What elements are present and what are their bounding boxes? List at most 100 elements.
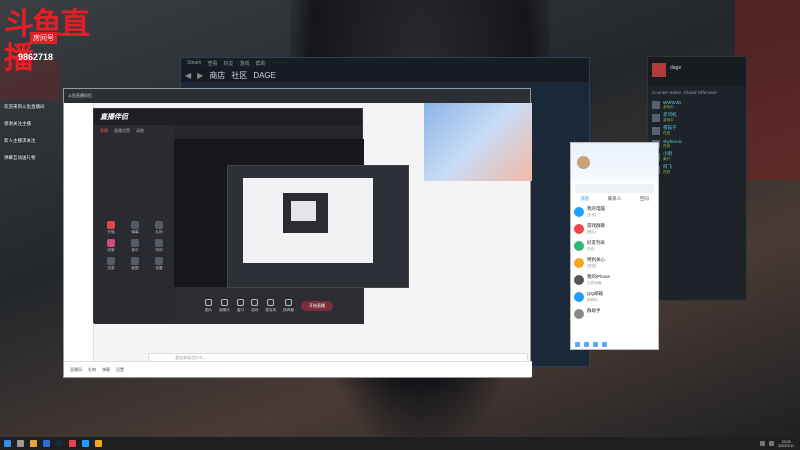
gamepad-icon bbox=[251, 298, 259, 306]
windows-start-icon[interactable] bbox=[4, 440, 11, 447]
room-badge: 房间号 bbox=[30, 32, 57, 44]
steam-nav-bar: ◀ ▶ 商店 社区 DAGE bbox=[181, 68, 589, 82]
chat-list-item[interactable]: 游戏群聊 [图片] bbox=[571, 220, 658, 237]
chat-app-icon[interactable] bbox=[82, 440, 89, 447]
tool-item[interactable]: 窗口 bbox=[237, 298, 245, 313]
forward-arrow-icon[interactable]: ▶ bbox=[197, 71, 203, 80]
feature-label: 礼物 bbox=[155, 230, 163, 234]
friend-status: 离开 bbox=[663, 157, 671, 161]
steam-menu-item[interactable]: 查看 bbox=[207, 60, 217, 67]
avatar bbox=[574, 240, 584, 251]
livestream-title: 斗鱼直播伴侣 bbox=[68, 93, 92, 98]
chat-list-item[interactable]: 群助手… bbox=[571, 305, 658, 322]
feature-item[interactable]: 房管 bbox=[100, 239, 122, 253]
feature-label: 房管 bbox=[107, 248, 115, 252]
feature-item[interactable]: 开播 bbox=[100, 221, 122, 235]
game-launcher-icon[interactable] bbox=[95, 440, 102, 447]
speaker-icon bbox=[285, 298, 293, 306]
friend-item[interactable]: 小明 离开 bbox=[648, 150, 746, 163]
tool-label: 图片 bbox=[205, 307, 213, 312]
footer-icon[interactable] bbox=[575, 341, 580, 347]
avatar[interactable] bbox=[577, 156, 590, 169]
nav-community[interactable]: 社区 bbox=[231, 70, 247, 81]
promo-banner[interactable] bbox=[424, 103, 532, 181]
avatar[interactable] bbox=[652, 63, 666, 77]
volume-icon[interactable] bbox=[769, 441, 775, 446]
go-live-button[interactable]: 开始直播 bbox=[300, 300, 333, 311]
feature-item[interactable]: 特效 bbox=[148, 239, 170, 253]
footer-icon[interactable] bbox=[584, 341, 589, 347]
chat-preview: [语音] bbox=[587, 263, 597, 268]
system-clock[interactable]: 23:05 2022/2/11 bbox=[778, 440, 794, 448]
friend-item[interactable]: 老司机 游戏中 bbox=[648, 111, 746, 124]
friend-status: 游戏中 bbox=[663, 104, 674, 109]
steam-menu-item[interactable]: Steam bbox=[187, 60, 201, 66]
feature-item[interactable]: 设置 bbox=[148, 257, 170, 271]
chat-name: QQ邮箱 bbox=[587, 290, 604, 296]
bottom-item[interactable]: 设置 bbox=[116, 367, 124, 373]
tool-item[interactable]: 扬声器 bbox=[283, 298, 294, 313]
back-arrow-icon[interactable]: ◀ bbox=[185, 71, 191, 80]
feature-icon bbox=[155, 239, 163, 247]
feature-item[interactable]: 弹幕 bbox=[124, 221, 146, 235]
edge-browser-icon[interactable] bbox=[43, 440, 50, 447]
footer-icon[interactable] bbox=[593, 341, 598, 347]
bottom-item[interactable]: 礼物 bbox=[88, 367, 96, 373]
chat-list-item[interactable]: 我的iPhone 文件传输 bbox=[571, 271, 658, 288]
tool-item[interactable]: 摄像头 bbox=[219, 298, 230, 313]
feature-item[interactable]: 音乐 bbox=[124, 239, 146, 253]
chat-name: 好友列表 bbox=[587, 239, 605, 245]
tab-live[interactable]: 直播 bbox=[100, 128, 108, 134]
tab-contacts[interactable]: 联系人 bbox=[608, 196, 622, 202]
file-explorer-icon[interactable] bbox=[30, 440, 37, 447]
footer-icon[interactable] bbox=[602, 341, 607, 347]
feature-item[interactable]: 截图 bbox=[124, 257, 146, 271]
chat-name: 我的电脑 bbox=[587, 205, 605, 211]
friend-item[interactable]: WWWJD 游戏中 bbox=[648, 98, 746, 111]
tab-messages[interactable]: 消息 bbox=[580, 196, 589, 202]
feature-label: 设置 bbox=[155, 266, 163, 270]
network-icon[interactable] bbox=[760, 441, 766, 446]
feature-icon bbox=[155, 257, 163, 265]
steam-menu-item[interactable]: 好友 bbox=[223, 60, 233, 67]
friends-section-title: Counter-Strike: Global Offensive bbox=[652, 90, 717, 95]
tool-label: 麦克风 bbox=[265, 307, 277, 312]
nav-profile[interactable]: DAGE bbox=[253, 71, 276, 80]
friend-status: 在线 bbox=[663, 131, 671, 135]
search-icon[interactable] bbox=[17, 440, 24, 447]
steam-icon[interactable] bbox=[56, 440, 63, 447]
friend-name: skyheroic bbox=[663, 138, 683, 144]
tool-item[interactable]: 麦克风 bbox=[265, 298, 277, 313]
bottom-item[interactable]: 弹幕 bbox=[102, 367, 110, 373]
friend-status: 游戏中 bbox=[663, 118, 674, 122]
chat-preview: 新邮件 bbox=[587, 297, 598, 302]
steam-friends-panel[interactable]: dage Counter-Strike: Global Offensive WW… bbox=[647, 56, 747, 301]
avatar bbox=[574, 223, 584, 234]
steam-menu-item[interactable]: 游戏 bbox=[239, 60, 249, 67]
tab-record[interactable]: 录制 bbox=[136, 128, 144, 134]
steam-menu-item[interactable]: 帮助 bbox=[256, 60, 266, 67]
tab-settings[interactable]: 直播设置 bbox=[114, 128, 130, 134]
nav-store[interactable]: 商店 bbox=[209, 70, 225, 81]
feature-item[interactable]: 连麦 bbox=[100, 257, 122, 271]
chat-list-item[interactable]: QQ邮箱 新邮件 bbox=[571, 288, 658, 305]
stream-app-icon[interactable] bbox=[69, 440, 76, 447]
chat-list-item[interactable]: 好友列表 在线 bbox=[571, 237, 658, 254]
chat-list-item[interactable]: 特别关心 [语音] bbox=[571, 254, 658, 271]
feature-icon bbox=[155, 221, 163, 229]
tool-item[interactable]: 图片 bbox=[205, 298, 213, 313]
bottom-item[interactable]: 直播间 bbox=[70, 367, 82, 373]
friend-item[interactable]: 夜猫子 在线 bbox=[648, 124, 746, 137]
avatar bbox=[574, 291, 584, 302]
clock-date: 2022/2/11 bbox=[778, 443, 794, 448]
tool-label: 窗口 bbox=[237, 307, 245, 312]
friend-item[interactable]: 阿飞 在线 bbox=[648, 163, 746, 176]
companion-tabs: 直播 直播设置 录制 bbox=[94, 125, 174, 137]
feature-item[interactable]: 礼物 bbox=[148, 221, 170, 235]
tool-item[interactable]: 游戏 bbox=[251, 298, 259, 313]
chat-search-input[interactable] bbox=[575, 184, 654, 193]
friend-item[interactable]: skyheroic 在线 bbox=[648, 137, 746, 150]
chat-list-item[interactable]: 我的电脑 [文件] bbox=[571, 203, 658, 220]
tab-space[interactable]: 空间 bbox=[640, 196, 649, 202]
chat-app-window[interactable]: 消息 联系人 空间 我的电脑 [文件] 游戏群聊 [图片] 好友列表 在线 特别关心 [语音]… bbox=[570, 142, 659, 350]
